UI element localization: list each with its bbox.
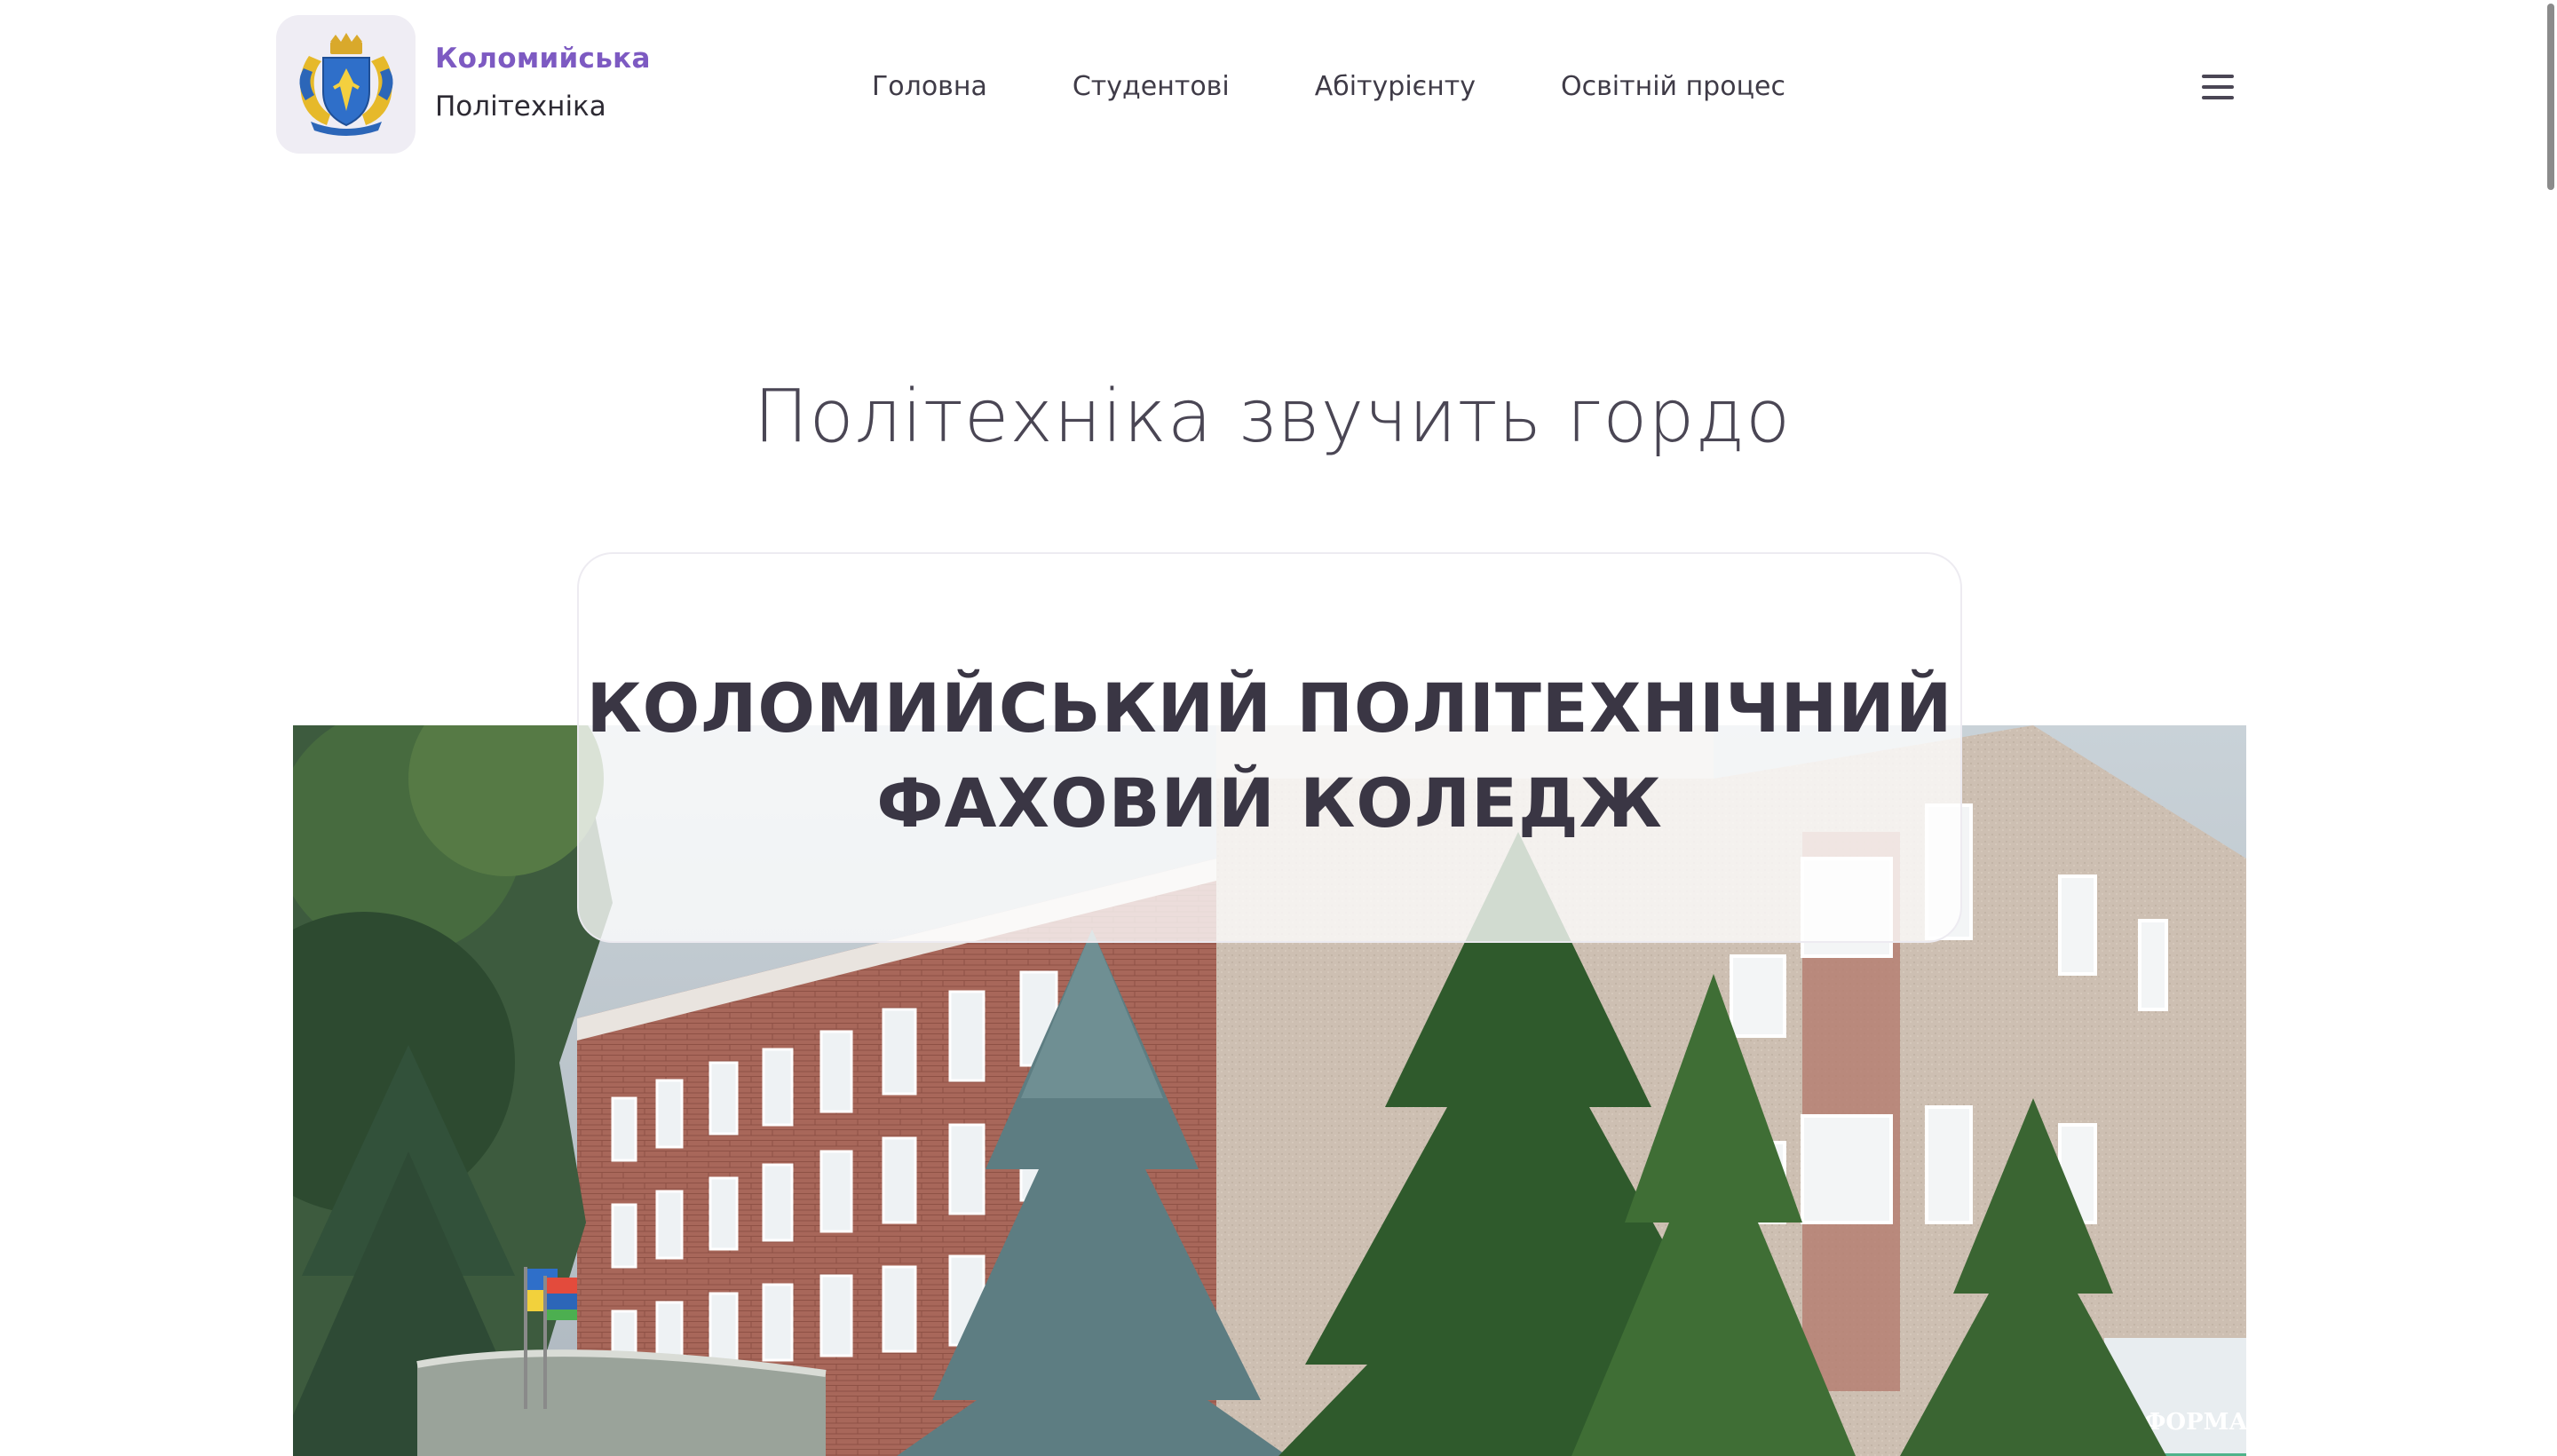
- hamburger-menu-icon[interactable]: [2200, 75, 2236, 107]
- college-title: КОЛОМИЙСЬКИЙ ПОЛІТЕХНІЧНИЙ ФАХОВИЙ КОЛЕД…: [579, 661, 1960, 851]
- page-scrollbar[interactable]: [2545, 0, 2557, 1456]
- main-nav: Головна Студентові Абітурієнту Освітній …: [872, 71, 1871, 102]
- college-title-card: КОЛОМИЙСЬКИЙ ПОЛІТЕХНІЧНИЙ ФАХОВИЙ КОЛЕД…: [577, 552, 1962, 943]
- brand-name-line1[interactable]: Коломийська: [435, 43, 651, 75]
- hero-tagline: Політехніка звучить гордо: [753, 375, 1792, 459]
- nav-item-home[interactable]: Головна: [872, 71, 987, 102]
- college-title-line1: КОЛОМИЙСЬКИЙ ПОЛІТЕХНІЧНИЙ: [586, 669, 1953, 748]
- brand-name-line2[interactable]: Політехніка: [435, 91, 606, 123]
- nav-item-students[interactable]: Студентові: [1073, 71, 1230, 102]
- college-logo[interactable]: [276, 15, 416, 154]
- college-title-line2: ФАХОВИЙ КОЛЕДЖ: [876, 764, 1663, 843]
- nav-item-applicants[interactable]: Абітурієнту: [1315, 71, 1476, 102]
- site-header: Коломийська Політехніка Головна Студенто…: [0, 0, 2557, 178]
- scrollbar-thumb[interactable]: [2547, 4, 2554, 190]
- coat-of-arms-icon: [298, 33, 393, 136]
- nav-item-education[interactable]: Освітній процес: [1561, 71, 1785, 102]
